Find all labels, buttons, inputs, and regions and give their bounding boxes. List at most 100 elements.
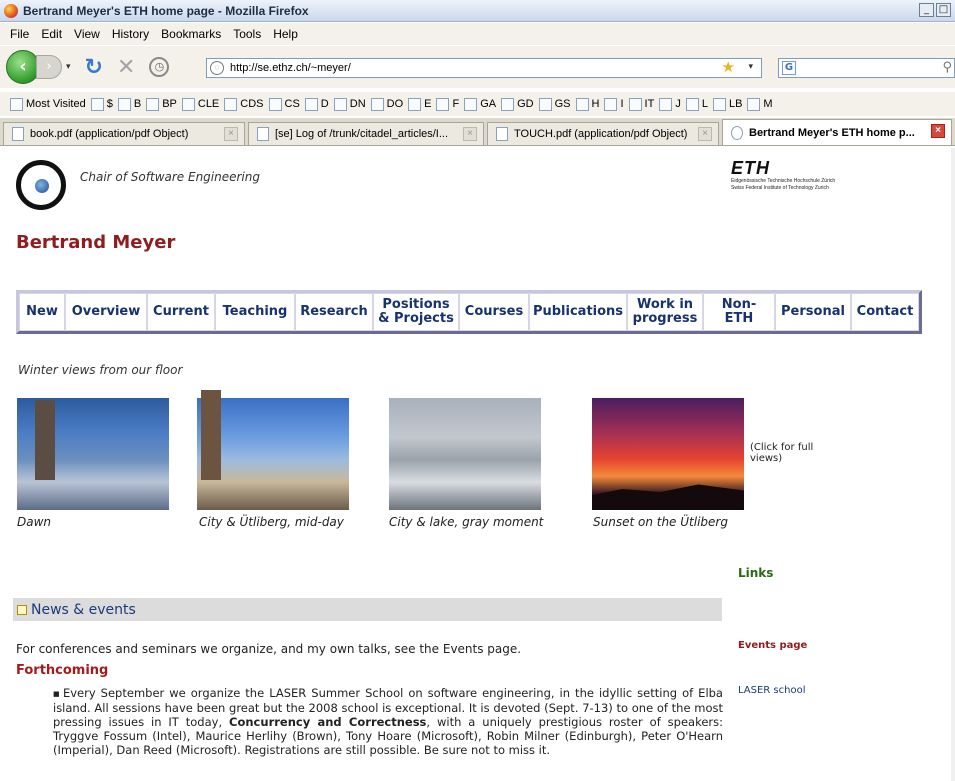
url-text[interactable]: http://se.ethz.ch/~meyer/ <box>230 62 351 74</box>
nav-overview[interactable]: Overview <box>65 293 147 331</box>
tab-se-log[interactable]: [se] Log of /trunk/citadel_articles/I...… <box>248 122 484 145</box>
eth-subtitle-line: Eidgenössische Technische Hochschule Zür… <box>731 178 836 184</box>
menu-bar: File Edit View History Bookmarks Tools H… <box>0 23 955 45</box>
bookmark-do[interactable]: DO <box>370 97 403 111</box>
bookmark-label: GD <box>517 98 534 110</box>
bookmark-most-visited[interactable]: Most Visited <box>10 97 86 111</box>
bookmark-cs[interactable]: CS <box>268 97 300 111</box>
links-heading: Links <box>738 566 774 580</box>
bookmark-e[interactable]: E <box>408 97 432 111</box>
tab-label: Bertrand Meyer's ETH home p... <box>749 126 915 139</box>
menu-file[interactable]: File <box>10 27 29 41</box>
search-box[interactable]: G ⚲ <box>778 58 955 78</box>
url-bar[interactable]: ◌ http://se.ethz.ch/~meyer/ ★ ▾ <box>206 58 762 78</box>
nav-non-eth[interactable]: Non-ETH <box>703 293 775 331</box>
section-square-icon <box>17 604 27 615</box>
bookmark-label: H <box>591 98 600 110</box>
site-icon <box>731 125 743 140</box>
vertical-scrollbar[interactable] <box>951 148 955 781</box>
bookmark-label: D <box>320 98 329 110</box>
bookmark-label: B <box>133 98 142 110</box>
tab-touch-pdf[interactable]: TOUCH.pdf (application/pdf Object) × <box>487 122 719 145</box>
menu-edit[interactable]: Edit <box>41 27 62 41</box>
tab-bar: book.pdf (application/pdf Object) × [se]… <box>0 118 955 146</box>
photo-sunset[interactable] <box>592 398 744 510</box>
nav-new[interactable]: New <box>19 293 65 331</box>
bookmark-label: IT <box>644 98 655 110</box>
photo-city-lake[interactable] <box>389 398 541 510</box>
news-section-header: News & events <box>13 598 722 621</box>
nav-personal[interactable]: Personal <box>775 293 851 331</box>
bookmark-i[interactable]: I <box>604 97 624 111</box>
bookmark-it[interactable]: IT <box>628 97 655 111</box>
bookmark-h[interactable]: H <box>575 97 600 111</box>
nav-courses[interactable]: Courses <box>459 293 529 331</box>
bookmark-icon <box>659 97 673 111</box>
bookmark-ga[interactable]: GA <box>464 97 496 111</box>
nav-publications[interactable]: Publications <box>529 293 627 331</box>
bookmark-dollar[interactable]: $ <box>90 97 113 111</box>
bookmark-b[interactable]: B <box>117 97 142 111</box>
search-engine-icon[interactable]: G <box>782 61 796 75</box>
bookmark-gs[interactable]: GS <box>538 97 571 111</box>
bookmark-icon <box>712 97 726 111</box>
bookmark-label: E <box>424 98 432 110</box>
nav-work-in-progress[interactable]: Work in progress <box>627 293 703 331</box>
bookmark-star-icon[interactable]: ★ <box>722 59 735 77</box>
bookmark-icon <box>538 97 552 111</box>
tab-meyer-home[interactable]: Bertrand Meyer's ETH home p... × <box>722 119 952 145</box>
bookmark-cds[interactable]: CDS <box>224 97 264 111</box>
forward-button[interactable]: › <box>36 55 62 79</box>
photo-city-utliberg[interactable] <box>197 390 349 510</box>
nav-current[interactable]: Current <box>147 293 215 331</box>
eth-logo[interactable]: ETH <box>731 158 770 179</box>
minimize-button[interactable]: _ <box>919 3 934 17</box>
eth-subtitle-line: Swiss Federal Institute of Technology Zu… <box>731 185 829 191</box>
events-page-link[interactable]: Events page <box>738 640 807 651</box>
nav-contact[interactable]: Contact <box>851 293 919 331</box>
news-title: News & events <box>31 601 136 618</box>
search-icon[interactable]: ⚲ <box>942 60 952 75</box>
bookmark-icon <box>268 97 282 111</box>
home-icon[interactable]: ◷ <box>149 57 170 77</box>
bookmark-lb[interactable]: LB <box>712 97 742 111</box>
stop-icon[interactable]: ✕ <box>117 55 135 80</box>
close-tab-icon[interactable]: × <box>698 127 712 141</box>
close-tab-icon[interactable]: × <box>463 127 477 141</box>
bookmark-l[interactable]: L <box>685 97 708 111</box>
close-tab-icon[interactable]: × <box>224 127 238 141</box>
bookmark-gd[interactable]: GD <box>501 97 534 111</box>
bookmark-label: M <box>763 98 773 110</box>
laser-school-link[interactable]: LASER school <box>738 685 806 696</box>
close-tab-icon[interactable]: × <box>931 124 945 138</box>
tab-book-pdf[interactable]: book.pdf (application/pdf Object) × <box>3 122 245 145</box>
history-dropdown-icon[interactable]: ▾ <box>66 62 71 72</box>
bookmark-j[interactable]: J <box>659 97 681 111</box>
menu-bookmarks[interactable]: Bookmarks <box>161 27 221 41</box>
menu-help[interactable]: Help <box>273 27 298 41</box>
bookmark-cle[interactable]: CLE <box>181 97 219 111</box>
menu-history[interactable]: History <box>112 27 149 41</box>
menu-view[interactable]: View <box>74 27 100 41</box>
bookmarks-toolbar: Most Visited $ B BP CLE CDS CS D DN DO E… <box>0 92 955 116</box>
menu-tools[interactable]: Tools <box>233 27 261 41</box>
site-identity-icon[interactable]: ◌ <box>210 61 224 75</box>
photo-dawn[interactable] <box>17 398 169 510</box>
bookmark-label: F <box>452 98 460 110</box>
tab-label: book.pdf (application/pdf Object) <box>30 128 189 140</box>
bookmark-icon <box>304 97 318 111</box>
back-button[interactable]: ‹ <box>6 50 40 84</box>
bookmark-dn[interactable]: DN <box>333 97 366 111</box>
chair-logo-icon[interactable] <box>16 160 66 210</box>
bookmark-bp[interactable]: BP <box>146 97 177 111</box>
photo-caption: Sunset on the Ütliberg <box>593 515 728 529</box>
nav-positions-projects[interactable]: Positions & Projects <box>373 293 459 331</box>
nav-teaching[interactable]: Teaching <box>215 293 295 331</box>
bookmark-f[interactable]: F <box>436 97 460 111</box>
url-dropdown-icon[interactable]: ▾ <box>748 61 753 72</box>
bookmark-m[interactable]: M <box>747 97 773 111</box>
nav-research[interactable]: Research <box>295 293 373 331</box>
reload-icon[interactable]: ↻ <box>85 55 103 80</box>
maximize-button[interactable]: □ <box>936 3 951 17</box>
bookmark-d[interactable]: D <box>304 97 329 111</box>
